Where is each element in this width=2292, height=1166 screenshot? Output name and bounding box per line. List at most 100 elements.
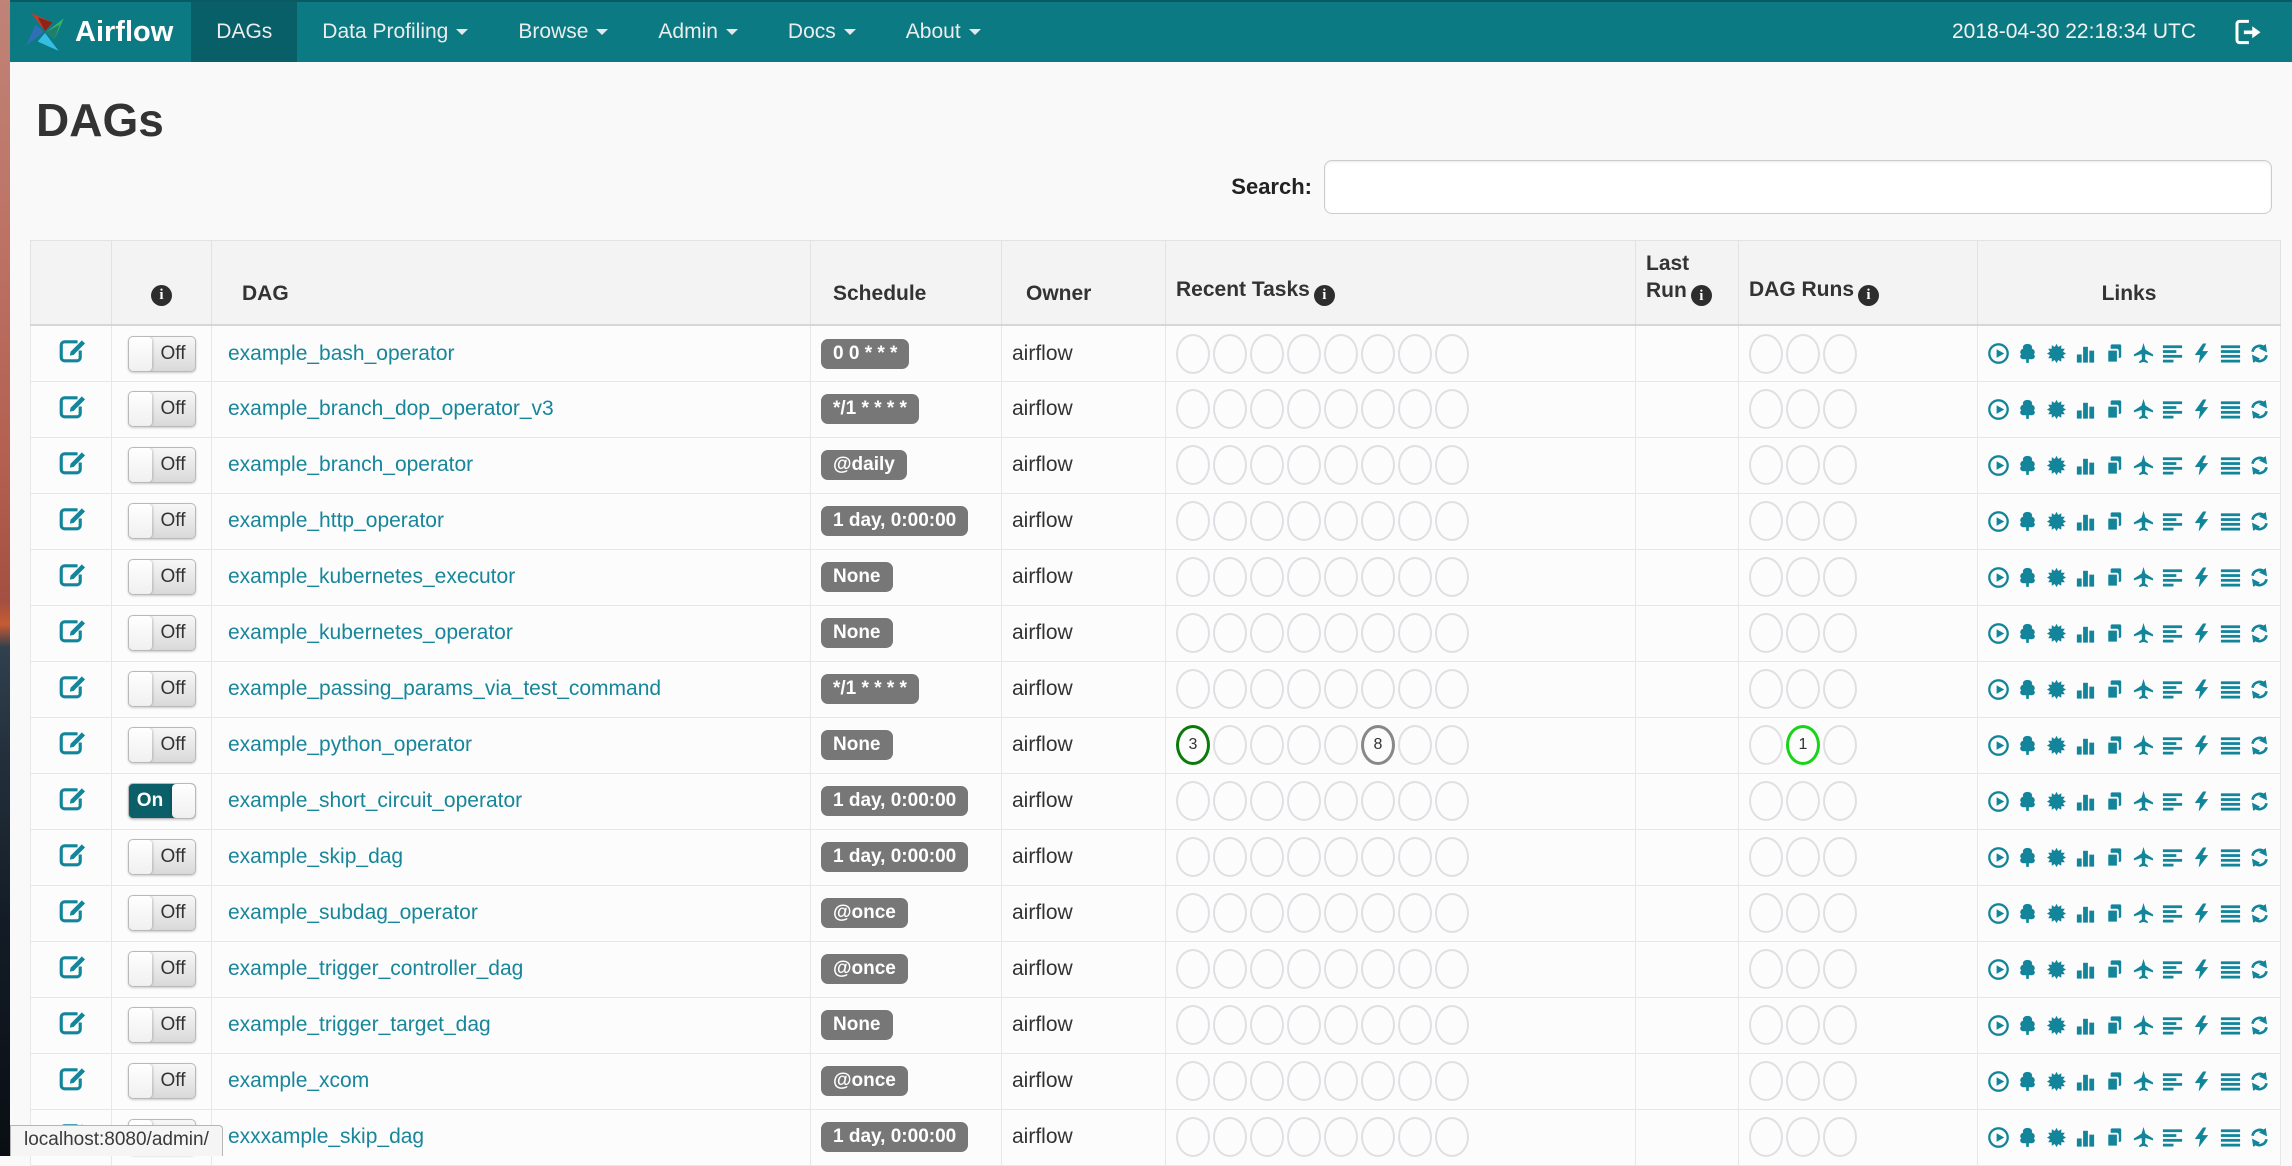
task-tries-link[interactable] xyxy=(2103,566,2126,589)
code-view-link[interactable] xyxy=(2190,958,2213,981)
graph-view-link[interactable] xyxy=(2045,342,2068,365)
graph-view-link[interactable] xyxy=(2045,398,2068,421)
task-duration-link[interactable] xyxy=(2074,958,2097,981)
task-duration-link[interactable] xyxy=(2074,846,2097,869)
code-view-link[interactable] xyxy=(2190,398,2213,421)
edit-dag-icon[interactable] xyxy=(57,952,86,981)
task-duration-link[interactable] xyxy=(2074,1014,2097,1037)
dag-pause-toggle[interactable]: On xyxy=(128,783,196,819)
tree-view-link[interactable] xyxy=(2016,454,2039,477)
gantt-view-link[interactable] xyxy=(2161,790,2184,813)
graph-view-link[interactable] xyxy=(2045,454,2068,477)
dag-pause-toggle[interactable]: Off xyxy=(128,1007,196,1043)
dag-link[interactable]: example_branch_operator xyxy=(228,453,473,476)
schedule-badge[interactable]: 1 day, 0:00:00 xyxy=(821,842,968,872)
trigger-dag-link[interactable] xyxy=(1987,398,2010,421)
search-input[interactable] xyxy=(1324,160,2272,214)
edit-dag-icon[interactable] xyxy=(57,728,86,757)
dag-pause-toggle[interactable]: Off xyxy=(128,336,196,372)
landing-times-link[interactable] xyxy=(2132,1070,2155,1093)
graph-view-link[interactable] xyxy=(2045,1126,2068,1149)
dag-details-link[interactable] xyxy=(2219,398,2242,421)
task-tries-link[interactable] xyxy=(2103,678,2126,701)
nav-item-admin[interactable]: Admin xyxy=(633,2,763,62)
graph-view-link[interactable] xyxy=(2045,734,2068,757)
gantt-view-link[interactable] xyxy=(2161,734,2184,757)
dag-details-link[interactable] xyxy=(2219,454,2242,477)
edit-dag-icon[interactable] xyxy=(57,1008,86,1037)
dag-link[interactable]: example_xcom xyxy=(228,1069,369,1092)
dag-pause-toggle[interactable]: Off xyxy=(128,447,196,483)
landing-times-link[interactable] xyxy=(2132,1014,2155,1037)
refresh-link[interactable] xyxy=(2248,734,2271,757)
trigger-dag-link[interactable] xyxy=(1987,342,2010,365)
schedule-badge[interactable]: 0 0 * * * xyxy=(821,339,909,369)
task-duration-link[interactable] xyxy=(2074,454,2097,477)
tree-view-link[interactable] xyxy=(2016,678,2039,701)
landing-times-link[interactable] xyxy=(2132,1126,2155,1149)
dag-details-link[interactable] xyxy=(2219,566,2242,589)
schedule-badge[interactable]: None xyxy=(821,562,893,592)
refresh-link[interactable] xyxy=(2248,958,2271,981)
dag-pause-toggle[interactable]: Off xyxy=(128,391,196,427)
refresh-link[interactable] xyxy=(2248,678,2271,701)
nav-item-browse[interactable]: Browse xyxy=(493,2,633,62)
landing-times-link[interactable] xyxy=(2132,454,2155,477)
landing-times-link[interactable] xyxy=(2132,678,2155,701)
refresh-link[interactable] xyxy=(2248,398,2271,421)
trigger-dag-link[interactable] xyxy=(1987,510,2010,533)
edit-dag-icon[interactable] xyxy=(57,392,86,421)
landing-times-link[interactable] xyxy=(2132,734,2155,757)
task-tries-link[interactable] xyxy=(2103,1070,2126,1093)
code-view-link[interactable] xyxy=(2190,790,2213,813)
task-duration-link[interactable] xyxy=(2074,1070,2097,1093)
gantt-view-link[interactable] xyxy=(2161,566,2184,589)
dag-pause-toggle[interactable]: Off xyxy=(128,895,196,931)
nav-item-docs[interactable]: Docs xyxy=(763,2,881,62)
task-duration-link[interactable] xyxy=(2074,734,2097,757)
task-tries-link[interactable] xyxy=(2103,342,2126,365)
task-tries-link[interactable] xyxy=(2103,790,2126,813)
refresh-link[interactable] xyxy=(2248,510,2271,533)
code-view-link[interactable] xyxy=(2190,342,2213,365)
landing-times-link[interactable] xyxy=(2132,510,2155,533)
task-duration-link[interactable] xyxy=(2074,398,2097,421)
dag-details-link[interactable] xyxy=(2219,846,2242,869)
code-view-link[interactable] xyxy=(2190,678,2213,701)
tree-view-link[interactable] xyxy=(2016,398,2039,421)
nav-item-about[interactable]: About xyxy=(881,2,1006,62)
task-tries-link[interactable] xyxy=(2103,454,2126,477)
task-duration-link[interactable] xyxy=(2074,622,2097,645)
landing-times-link[interactable] xyxy=(2132,846,2155,869)
nav-item-dags[interactable]: DAGs xyxy=(191,2,297,62)
landing-times-link[interactable] xyxy=(2132,958,2155,981)
gantt-view-link[interactable] xyxy=(2161,902,2184,925)
dag-link[interactable]: example_bash_operator xyxy=(228,342,455,365)
dag-link[interactable]: example_trigger_target_dag xyxy=(228,1013,491,1036)
task-tries-link[interactable] xyxy=(2103,398,2126,421)
task-duration-link[interactable] xyxy=(2074,1126,2097,1149)
tree-view-link[interactable] xyxy=(2016,342,2039,365)
dag-details-link[interactable] xyxy=(2219,1014,2242,1037)
dag-link[interactable]: example_branch_dop_operator_v3 xyxy=(228,397,554,420)
tree-view-link[interactable] xyxy=(2016,734,2039,757)
gantt-view-link[interactable] xyxy=(2161,846,2184,869)
gantt-view-link[interactable] xyxy=(2161,1014,2184,1037)
edit-dag-icon[interactable] xyxy=(57,560,86,589)
trigger-dag-link[interactable] xyxy=(1987,734,2010,757)
dag-link[interactable]: example_trigger_controller_dag xyxy=(228,957,523,980)
graph-view-link[interactable] xyxy=(2045,958,2068,981)
edit-dag-icon[interactable] xyxy=(57,672,86,701)
tree-view-link[interactable] xyxy=(2016,846,2039,869)
dag-details-link[interactable] xyxy=(2219,622,2242,645)
dag-pause-toggle[interactable]: Off xyxy=(128,671,196,707)
tree-view-link[interactable] xyxy=(2016,790,2039,813)
schedule-badge[interactable]: None xyxy=(821,730,893,760)
dag-details-link[interactable] xyxy=(2219,902,2242,925)
dag-details-link[interactable] xyxy=(2219,510,2242,533)
dag-details-link[interactable] xyxy=(2219,790,2242,813)
gantt-view-link[interactable] xyxy=(2161,510,2184,533)
code-view-link[interactable] xyxy=(2190,510,2213,533)
tree-view-link[interactable] xyxy=(2016,622,2039,645)
dag-link[interactable]: example_passing_params_via_test_command xyxy=(228,677,661,700)
